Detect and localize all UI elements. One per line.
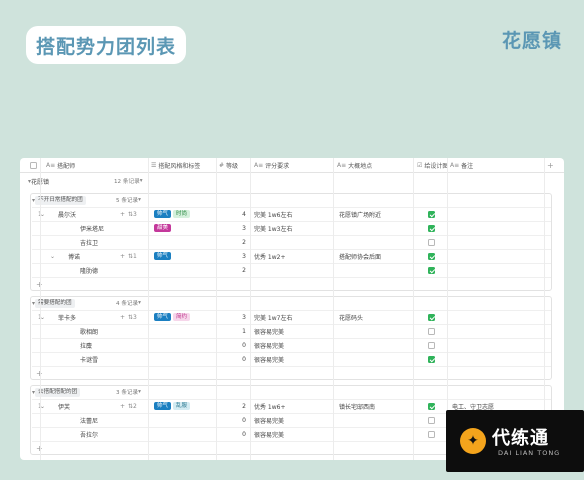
number-field-icon: # (219, 162, 225, 169)
column-style-label: 搭配风格和标签 (158, 163, 201, 170)
column-divider (148, 158, 149, 460)
top-group-row[interactable]: ▾ 花愿镇 12 条记录 ▾ (20, 174, 564, 188)
checkbox-field-icon: ☑ (417, 162, 423, 169)
watermark-logo: ✦ 代练通 DAI LIAN TONG (446, 410, 584, 472)
column-name[interactable]: A≡ 搭配师 (46, 158, 75, 173)
page-title: 搭配势力团列表 (36, 35, 177, 58)
column-name-label: 搭配师 (57, 163, 76, 170)
text-field-icon: A≡ (254, 162, 264, 169)
brand-name: 花愿镇 (501, 30, 562, 52)
column-divider (40, 158, 41, 460)
column-note[interactable]: A≡ 备注 (450, 158, 473, 173)
column-divider (216, 158, 217, 460)
column-rating-label: 评分要求 (265, 163, 290, 170)
top-group-count-text: 12 条记录 (114, 179, 140, 185)
dropdown-caret-icon[interactable]: ▾ (140, 178, 143, 184)
column-plan-label: 给设计图 (424, 163, 449, 170)
column-divider (250, 158, 251, 460)
table-header: A≡ 搭配师 ☰ 搭配风格和标签 # 等级 A≡ 评分要求 A≡ 大概地点 ☑ 给设计图 A… (20, 158, 564, 173)
group-box (30, 296, 552, 380)
column-divider (413, 158, 414, 460)
text-field-icon: A≡ (337, 162, 347, 169)
text-field-icon: A≡ (450, 162, 460, 169)
logo-emblem-icon: ✦ (460, 428, 486, 454)
select-all-checkbox[interactable] (30, 158, 37, 173)
logo-sub-text: DAI LIAN TONG (498, 449, 561, 457)
column-location-label: 大概地点 (348, 163, 373, 170)
column-rating[interactable]: A≡ 评分要求 (254, 158, 289, 173)
column-divider (333, 158, 334, 460)
column-style[interactable]: ☰ 搭配风格和标签 (151, 158, 200, 173)
column-note-label: 备注 (461, 163, 474, 170)
text-field-icon: A≡ (46, 162, 56, 169)
page-title-pill: 搭配势力团列表 (26, 26, 187, 64)
top-group-title[interactable]: ▾ 花愿镇 (28, 174, 49, 188)
column-level-label: 等级 (226, 163, 239, 170)
multi-select-icon: ☰ (151, 162, 157, 169)
logo-main-text: 代练通 (492, 428, 549, 449)
column-level[interactable]: # 等级 (219, 158, 238, 173)
column-location[interactable]: A≡ 大概地点 (337, 158, 372, 173)
group-box (30, 193, 552, 291)
column-plan[interactable]: ☑ 给设计图 (417, 158, 448, 173)
top-group-count: 12 条记录 ▾ (114, 174, 143, 188)
add-column-button[interactable]: + (547, 158, 554, 173)
